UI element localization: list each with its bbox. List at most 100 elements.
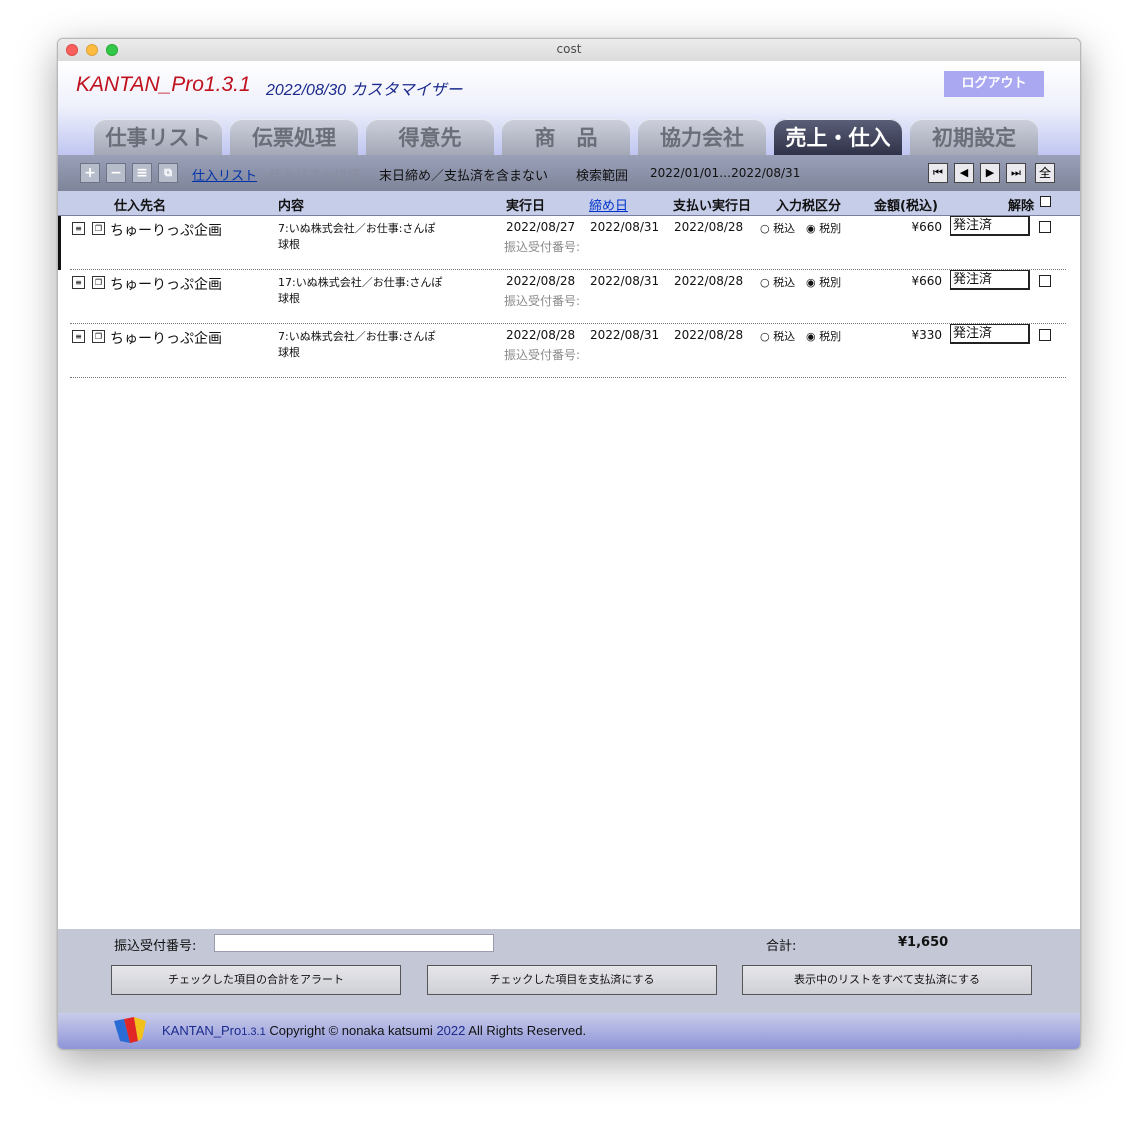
close-date[interactable]: 2022/08/31 [590,220,659,234]
row-divider [70,377,1066,378]
content-line1: 7:いぬ株式会社／お仕事:さんぽ [278,330,436,343]
detail-icon[interactable]: ≡ [72,276,85,289]
toolbar: + − ≡ ⧉ 仕入リスト 仕入リスト詳細 末日締め／支払済を含まない 検索範囲… [58,155,1080,191]
tax-inclusive-radio[interactable]: ○ 税込 [760,274,795,290]
add-record-button[interactable]: + [80,163,100,183]
tax-exclusive-radio[interactable]: ◉ 税別 [806,220,841,236]
duplicate-record-button[interactable]: ⧉ [158,163,178,183]
duplicate-icon[interactable]: ❐ [92,330,105,343]
content-line2: 球根 [278,346,300,359]
tab-sales-purchases[interactable]: 売上・仕入 [774,119,902,155]
amount: ¥660 [911,274,942,288]
copyright-version: 1.3.1 [241,1026,266,1038]
footer-panel: 振込受付番号: 合計: ¥1,650 チェックした項目の合計をアラート チェック… [58,929,1080,1013]
list-view-button[interactable]: ≡ [132,163,152,183]
prev-record-button[interactable]: ◀ [954,163,974,183]
copyright-rights: All Rights Reserved. [468,1023,587,1038]
transfer-number-label: 振込受付番号: [114,939,197,954]
purchase-list-link[interactable]: 仕入リスト [192,165,257,184]
release-checkbox[interactable] [1039,329,1051,341]
col-tax-class[interactable]: 入力税区分 [776,195,841,214]
select-all-checkbox[interactable] [1040,196,1051,207]
status-field[interactable]: 発注済 [950,216,1030,236]
col-exec-date[interactable]: 実行日 [506,195,545,214]
tab-customers[interactable]: 得意先 [366,119,494,155]
show-all-button[interactable]: 全 [1035,163,1055,183]
table-row[interactable]: ≡ ❐ ちゅーりっぷ企画 17:いぬ株式会社／お仕事:さんぽ 球根 2022/0… [58,270,1080,324]
copyright-owner: Copyright © nonaka katsumi [269,1023,433,1038]
pay-date[interactable]: 2022/08/28 [674,328,743,342]
tab-slip-processing[interactable]: 伝票処理 [230,119,358,155]
app-window: cost KANTAN_Pro1.3.1 2022/08/30 カスタマイザー … [57,38,1081,1050]
tab-partners[interactable]: 協力会社 [638,119,766,155]
delete-record-button[interactable]: − [106,163,126,183]
copyright-brand: KANTAN_Pro [162,1023,242,1038]
col-supplier[interactable]: 仕入先名 [114,195,166,214]
supplier-name: ちゅーりっぷ企画 [110,223,222,239]
release-checkbox[interactable] [1039,275,1051,287]
alert-checked-total-button[interactable]: チェックした項目の合計をアラート [111,965,401,995]
exec-date[interactable]: 2022/08/27 [506,220,575,234]
close-date[interactable]: 2022/08/31 [590,274,659,288]
tax-inclusive-radio[interactable]: ○ 税込 [760,220,795,236]
mark-all-paid-button[interactable]: 表示中のリストをすべて支払済にする [742,965,1032,995]
close-date[interactable]: 2022/08/31 [590,328,659,342]
mark-checked-paid-button[interactable]: チェックした項目を支払済にする [427,965,717,995]
exec-date[interactable]: 2022/08/28 [506,328,575,342]
first-record-button[interactable]: ⏮ [928,163,948,183]
col-pay-date[interactable]: 支払い実行日 [673,195,751,214]
content-line2: 球根 [278,292,300,305]
tax-exclusive-radio[interactable]: ◉ 税別 [806,328,841,344]
col-release[interactable]: 解除 [1008,195,1034,214]
purchase-detail-link[interactable]: 仕入リスト詳細 [269,165,360,184]
logout-button[interactable]: ログアウト [944,71,1044,97]
search-range-value: 2022/01/01…2022/08/31 [650,166,801,180]
total-label: 合計: [766,939,797,954]
supplier-name: ちゅーりっぷ企画 [110,277,222,293]
transfer-number-input[interactable] [214,934,494,952]
pay-date[interactable]: 2022/08/28 [674,274,743,288]
status-field[interactable]: 発注済 [950,270,1030,290]
tab-initial-settings[interactable]: 初期設定 [910,119,1038,155]
row-selected-marker [58,216,61,270]
last-record-button[interactable]: ⏭ [1006,163,1026,183]
tab-job-list[interactable]: 仕事リスト [94,119,222,155]
content-line2: 球根 [278,238,300,251]
copyright-year: 2022 [436,1023,466,1038]
tax-exclusive-radio[interactable]: ◉ 税別 [806,274,841,290]
app-subtitle: 2022/08/30 カスタマイザー [266,82,463,99]
table-row[interactable]: ≡ ❐ ちゅーりっぷ企画 7:いぬ株式会社／お仕事:さんぽ 球根 2022/08… [58,216,1080,270]
app-name: KANTAN_Pro1.3.1 [76,73,251,96]
duplicate-icon[interactable]: ❐ [92,276,105,289]
detail-icon[interactable]: ≡ [72,222,85,235]
col-close-date[interactable]: 締め日 [589,195,628,214]
content-line1: 17:いぬ株式会社／お仕事:さんぽ [278,276,443,289]
transfer-number-label: 振込受付番号: [504,294,581,308]
next-record-button[interactable]: ▶ [980,163,1000,183]
copyright-bar: KANTAN_Pro1.3.1 Copyright © nonaka katsu… [58,1013,1080,1049]
supplier-name: ちゅーりっぷ企画 [110,331,222,347]
content-line1: 7:いぬ株式会社／お仕事:さんぽ [278,222,436,235]
exec-date[interactable]: 2022/08/28 [506,274,575,288]
release-checkbox[interactable] [1039,221,1051,233]
title-bar: cost [58,39,1080,62]
copyright-text: KANTAN_Pro1.3.1 Copyright © nonaka katsu… [162,1023,586,1038]
status-field[interactable]: 発注済 [950,324,1030,344]
column-header: 仕入先名 内容 実行日 締め日 支払い実行日 入力税区分 金額(税込) 解除 [58,191,1080,216]
tab-products[interactable]: 商 品 [502,119,630,155]
detail-icon[interactable]: ≡ [72,330,85,343]
total-value: ¥1,650 [898,935,949,950]
search-range-label: 検索範囲 [576,169,629,184]
kantan-logo-icon [114,1017,146,1043]
pay-date[interactable]: 2022/08/28 [674,220,743,234]
col-content[interactable]: 内容 [278,195,304,214]
col-amount[interactable]: 金額(税込) [874,195,938,214]
transfer-number-label: 振込受付番号: [504,240,581,254]
table-row[interactable]: ≡ ❐ ちゅーりっぷ企画 7:いぬ株式会社／お仕事:さんぽ 球根 2022/08… [58,324,1080,378]
duplicate-icon[interactable]: ❐ [92,222,105,235]
amount: ¥330 [911,328,942,342]
amount: ¥660 [911,220,942,234]
tax-inclusive-radio[interactable]: ○ 税込 [760,328,795,344]
window-title: cost [556,42,582,56]
filter-status: 末日締め／支払済を含まない [379,169,549,184]
